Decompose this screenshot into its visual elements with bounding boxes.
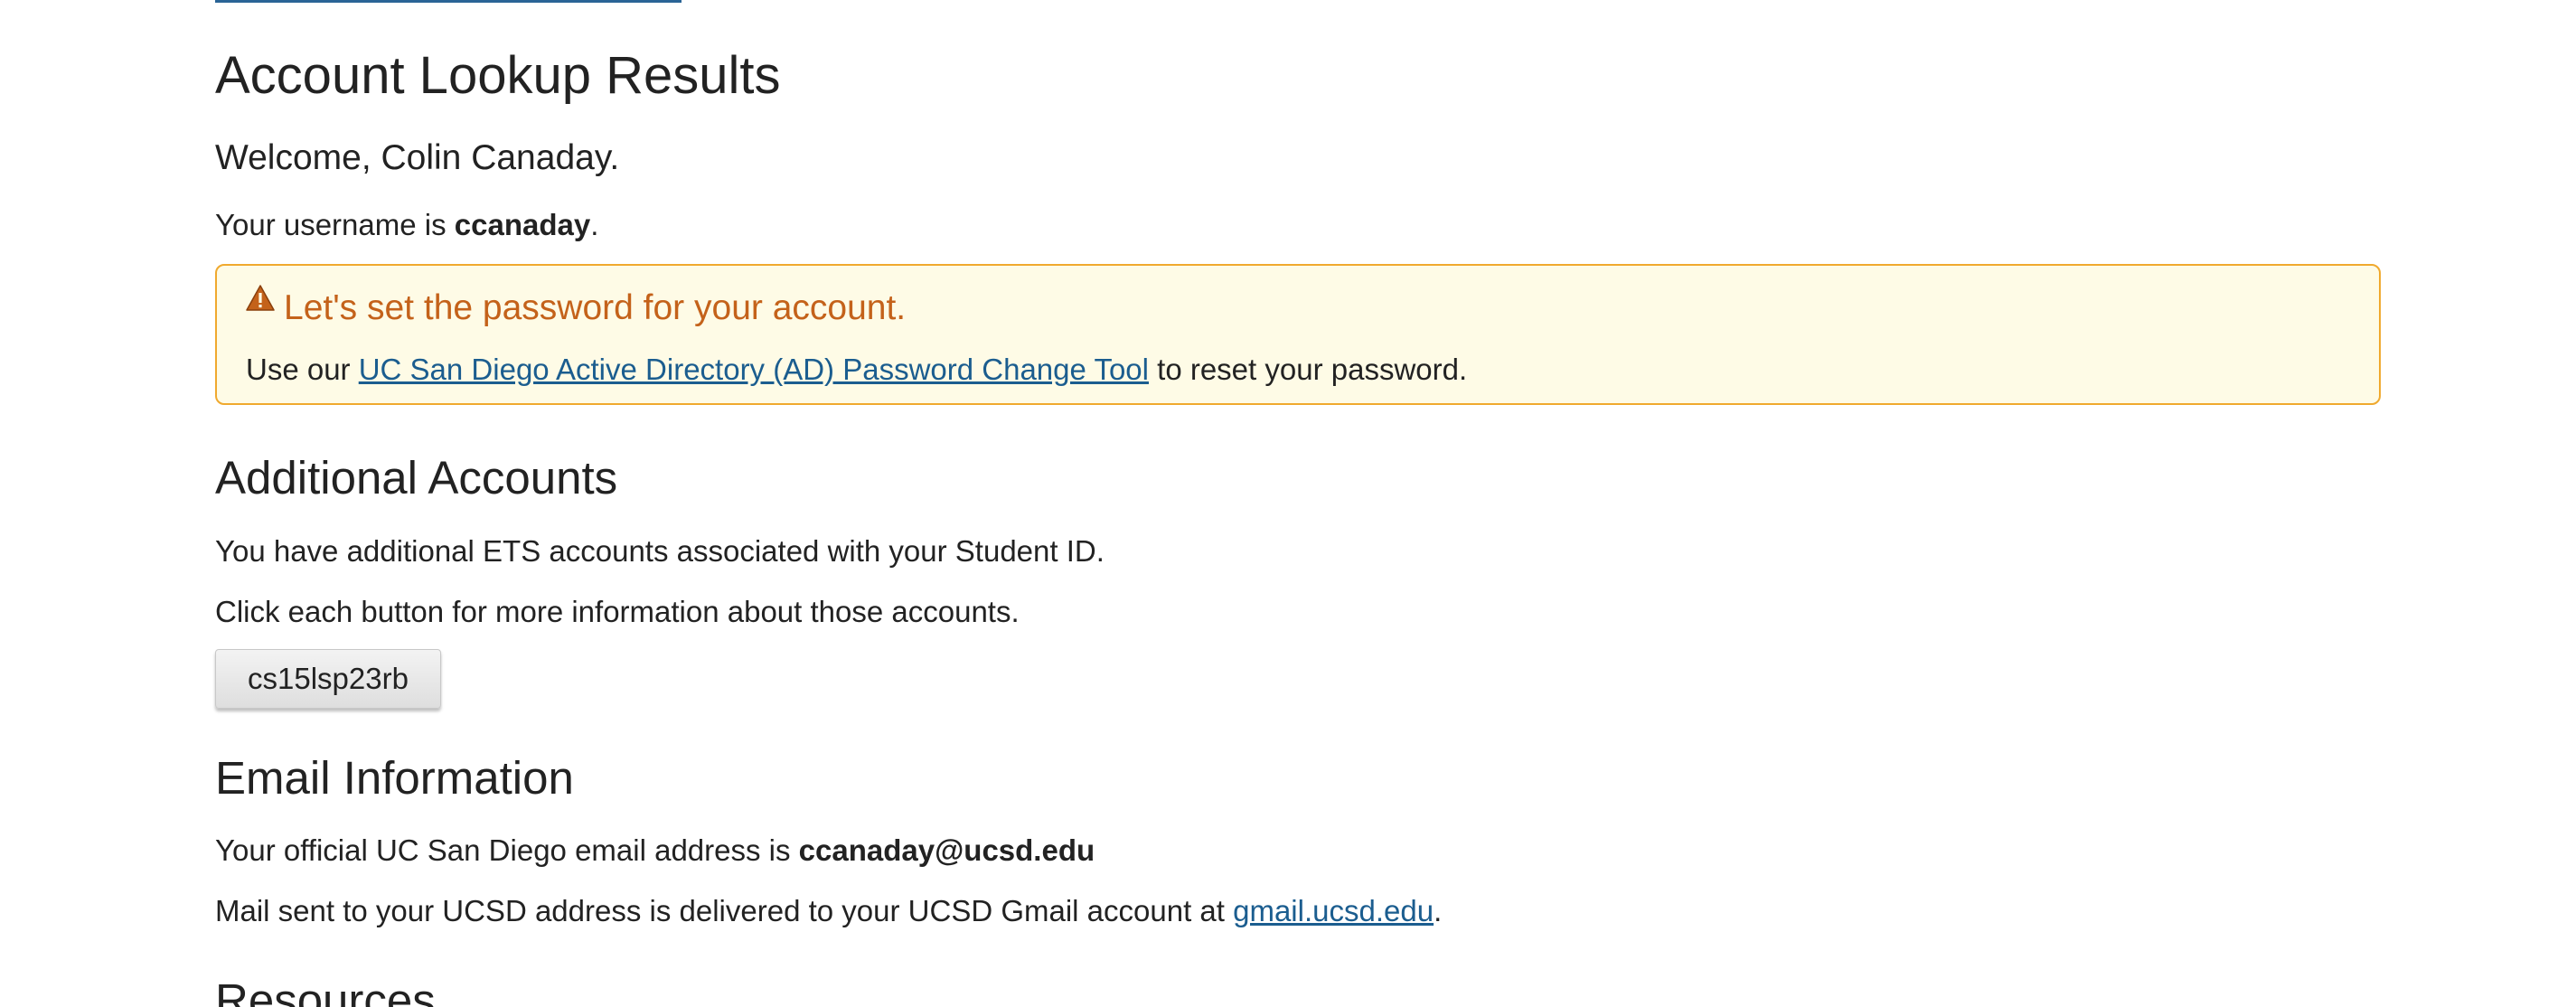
top-link-underline	[215, 0, 682, 3]
gmail-link[interactable]: gmail.ucsd.edu	[1233, 894, 1434, 927]
gmail-delivery-suffix: .	[1434, 894, 1443, 927]
username-suffix: .	[590, 208, 599, 241]
official-email-address: ccanaday@ucsd.edu	[798, 833, 1095, 867]
page-title: Account Lookup Results	[215, 46, 781, 105]
password-alert: Let's set the password for your account.…	[215, 264, 2381, 405]
alert-body-prefix: Use our	[246, 353, 359, 386]
additional-accounts-line1: You have additional ETS accounts associa…	[215, 534, 1105, 568]
gmail-delivery-prefix: Mail sent to your UCSD address is delive…	[215, 894, 1234, 927]
page: Account Lookup Results Welcome, Colin Ca…	[0, 0, 2576, 1007]
password-change-tool-link[interactable]: UC San Diego Active Directory (AD) Passw…	[359, 353, 1149, 386]
account-button-cs15lsp23rb[interactable]: cs15lsp23rb	[215, 649, 441, 709]
gmail-delivery-line: Mail sent to your UCSD address is delive…	[215, 890, 1442, 932]
additional-accounts-line2: Click each button for more information a…	[215, 595, 1020, 628]
warning-icon	[246, 285, 275, 311]
alert-title: Let's set the password for your account.	[284, 288, 907, 327]
username-value: ccanaday	[454, 208, 591, 241]
resources-heading: Resources	[215, 974, 436, 1007]
alert-body: Use our UC San Diego Active Directory (A…	[246, 349, 1467, 391]
username-prefix: Your username is	[215, 208, 455, 241]
alert-body-suffix: to reset your password.	[1148, 353, 1468, 386]
email-information-heading: Email Information	[215, 752, 574, 804]
official-email-line: Your official UC San Diego email address…	[215, 830, 1095, 871]
official-email-prefix: Your official UC San Diego email address…	[215, 833, 799, 867]
additional-accounts-heading: Additional Accounts	[215, 452, 618, 504]
username-line: Your username is ccanaday.	[215, 204, 598, 246]
welcome-message: Welcome, Colin Canaday.	[215, 138, 620, 177]
